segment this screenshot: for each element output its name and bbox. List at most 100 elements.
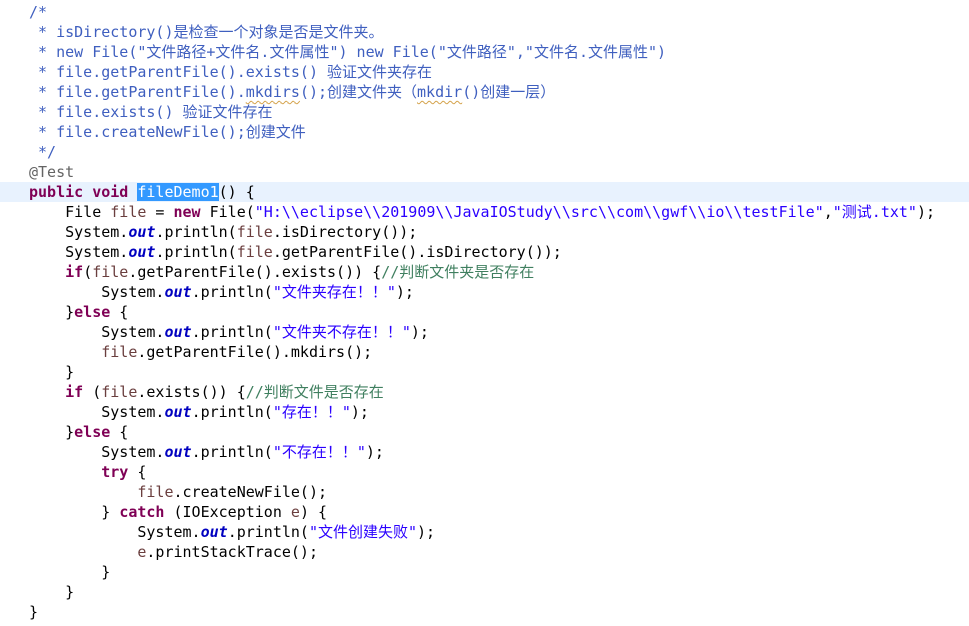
selected-method-name: fileDemo1 [137,183,219,201]
code-token: * new File("文件路径+文件名.文件属性") new File("文件… [29,43,667,61]
code-line[interactable]: if(file.getParentFile().exists()) {//判断文… [0,262,969,282]
code-token: file [236,243,273,261]
code-token: "测试.txt" [832,203,917,221]
code-line[interactable]: }else { [0,422,969,442]
code-token: System. [29,403,165,421]
code-token: ); [395,283,414,301]
code-line[interactable]: } [0,602,969,622]
code-line-text: System.out.println(file.getParentFile().… [29,242,562,262]
code-token: () { [218,183,255,201]
code-line[interactable]: File file = new File("H:\\eclipse\\20190… [0,202,969,222]
code-token: @Test [29,163,75,181]
code-line-text: @Test [29,162,74,182]
code-line[interactable]: } [0,562,969,582]
code-line-text: System.out.println("文件夹不存在！！"); [29,322,429,342]
code-line-text: File file = new File("H:\\eclipse\\20190… [29,202,935,222]
code-line[interactable]: e.printStackTrace(); [0,542,969,562]
code-line[interactable]: * new File("文件路径+文件名.文件属性") new File("文件… [0,42,969,62]
code-token: } [29,503,120,521]
code-token: (IOException [164,503,291,521]
code-token: "存在！！" [272,403,351,421]
code-token: file [110,203,147,221]
code-token: out [164,323,192,341]
code-line[interactable]: System.out.println("文件夹存在！！"); [0,282,969,302]
code-editor[interactable]: /* * isDirectory()是检查一个对象是否是文件夹。 * new F… [0,0,969,626]
code-line-text: /* [29,2,47,22]
code-line[interactable]: /* [0,2,969,22]
code-line-text: } [29,562,110,582]
code-line[interactable]: }else { [0,302,969,322]
code-token: try [101,463,129,481]
code-token: .createNewFile(); [173,483,328,501]
code-token: .println( [227,523,309,541]
code-line[interactable]: } catch (IOException e) { [0,502,969,522]
code-token: ); [417,523,436,541]
code-token: System. [29,523,201,541]
code-line[interactable]: } [0,362,969,382]
code-token: file [137,483,174,501]
code-token: void [92,183,129,201]
code-line-text: if(file.getParentFile().exists()) {//判断文… [29,262,534,282]
code-line[interactable]: * file.getParentFile().mkdirs();创建文件夹（mk… [0,82,969,102]
code-token: out [128,243,156,261]
code-line-text: file.getParentFile().mkdirs(); [29,342,372,362]
code-line[interactable]: file.createNewFile(); [0,482,969,502]
code-token: out [164,443,192,461]
code-token: * file.getParentFile().exists() 验证文件夹存在 [29,63,433,81]
code-token: } [29,303,75,321]
code-line-text: * file.createNewFile();创建文件 [29,122,306,142]
code-line-text: } catch (IOException e) { [29,502,327,522]
code-token: } [29,423,75,441]
current-code-line[interactable]: public void fileDemo1() { [0,182,969,202]
code-line[interactable]: System.out.println("文件夹不存在！！"); [0,322,969,342]
code-token: mkdir [417,83,463,101]
code-token: /* [29,3,48,21]
code-line[interactable]: */ [0,142,969,162]
code-token: .getParentFile().isDirectory()); [272,243,562,261]
code-line[interactable]: * isDirectory()是检查一个对象是否是文件夹。 [0,22,969,42]
code-line[interactable]: file.getParentFile().mkdirs(); [0,342,969,362]
code-line-text: * isDirectory()是检查一个对象是否是文件夹。 [29,22,383,42]
code-token: System. [29,283,165,301]
code-token: } [29,603,39,621]
code-line-text: } [29,362,74,382]
code-token: .println( [155,223,237,241]
code-line[interactable]: * file.exists() 验证文件存在 [0,102,969,122]
code-token: ()创建一层） [462,83,556,101]
code-line-text: System.out.println("存在！！"); [29,402,369,422]
code-token: ); [410,323,429,341]
code-token: .getParentFile().exists()) { [128,263,382,281]
code-line[interactable]: System.out.println(file.getParentFile().… [0,242,969,262]
code-token: file [236,223,273,241]
code-line-text: System.out.println("文件创建失败"); [29,522,435,542]
code-line[interactable]: System.out.println("存在！！"); [0,402,969,422]
code-token: { [110,423,129,441]
code-token: "H:\\eclipse\\201909\\JavaIOStudy\\src\\… [254,203,824,221]
code-token: .isDirectory()); [272,223,418,241]
code-token: ); [350,403,369,421]
code-line[interactable]: } [0,582,969,602]
code-line[interactable]: * file.createNewFile();创建文件 [0,122,969,142]
code-line[interactable]: System.out.println(file.isDirectory()); [0,222,969,242]
code-token: "文件夹存在！！" [272,283,396,301]
code-line[interactable]: try { [0,462,969,482]
code-line[interactable]: if (file.exists()) {//判断文件是否存在 [0,382,969,402]
code-token: * file.getParentFile(). [29,83,246,101]
code-token: out [164,403,192,421]
code-token: //判断文件夹是否存在 [381,263,535,281]
code-line[interactable]: System.out.println("文件创建失败"); [0,522,969,542]
code-line-text: * file.getParentFile().mkdirs();创建文件夹（mk… [29,82,555,102]
code-line[interactable]: @Test [0,162,969,182]
code-token: catch [119,503,165,521]
code-token: ();创建文件夹（ [299,83,418,101]
code-token: if [65,383,84,401]
code-token: file [101,383,138,401]
code-line[interactable]: System.out.println("不存在！！"); [0,442,969,462]
code-token: if [65,263,84,281]
code-token: .getParentFile().mkdirs(); [137,343,373,361]
code-line[interactable]: * file.getParentFile().exists() 验证文件夹存在 [0,62,969,82]
